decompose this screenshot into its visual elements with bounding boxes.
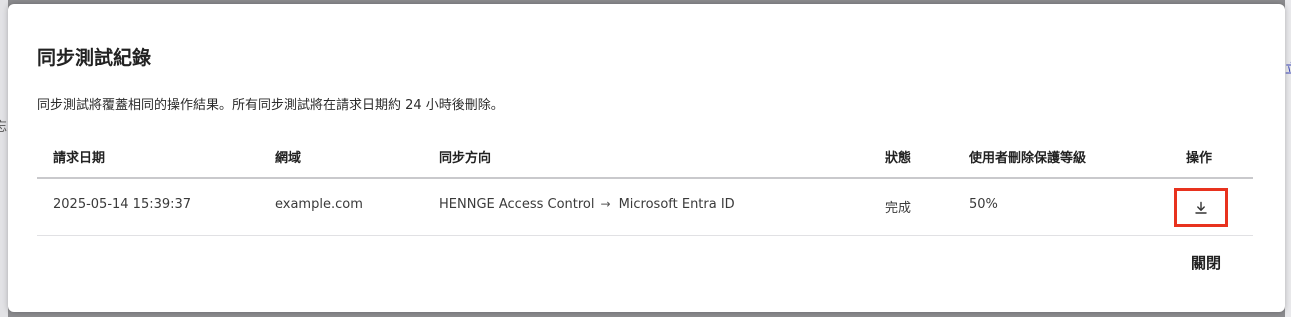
close-button[interactable]: 關閉 [1191,252,1221,273]
table-row: 2025-05-14 15:39:37 example.com HENNGE A… [37,179,1253,236]
column-header-domain: 網域 [275,151,302,166]
column-header-status: 狀態 [885,151,912,166]
cell-domain: example.com [275,197,363,212]
column-header-request-date: 請求日期 [53,151,106,166]
column-header-sync-direction: 同步方向 [439,151,492,166]
cell-protection-level: 50% [969,197,998,212]
cell-sync-direction: HENNGE Access Control → Microsoft Entra ID [439,197,735,212]
download-icon [1194,201,1208,215]
sync-test-log-dialog: 同步測試紀錄 同步測試將覆蓋相同的操作結果。所有同步測試將在請求日期約 24 小… [8,4,1285,312]
background-page-right-edge: 立 [1285,0,1291,317]
cell-request-date: 2025-05-14 15:39:37 [53,197,192,212]
table-header-row: 請求日期 網域 同步方向 狀態 使用者刪除保護等級 操作 [37,137,1253,179]
download-button[interactable] [1174,188,1228,227]
arrow-right-icon: → [600,197,611,211]
sync-source-label: HENNGE Access Control [439,197,595,212]
sync-target-label: Microsoft Entra ID [618,197,735,212]
dialog-description: 同步測試將覆蓋相同的操作結果。所有同步測試將在請求日期約 24 小時後刪除。 [37,98,504,113]
column-header-actions: 操作 [1186,151,1213,166]
background-page-left-edge: 忘 [0,0,8,317]
sync-test-table: 請求日期 網域 同步方向 狀態 使用者刪除保護等級 操作 2025-05-14 … [37,137,1253,236]
background-link-fragment: 立 [1285,58,1291,77]
column-header-protection-level: 使用者刪除保護等級 [969,151,1087,166]
background-text-fragment: 忘 [0,120,8,135]
dialog-title: 同步測試紀錄 [37,47,152,69]
cell-status: 完成 [885,201,912,216]
